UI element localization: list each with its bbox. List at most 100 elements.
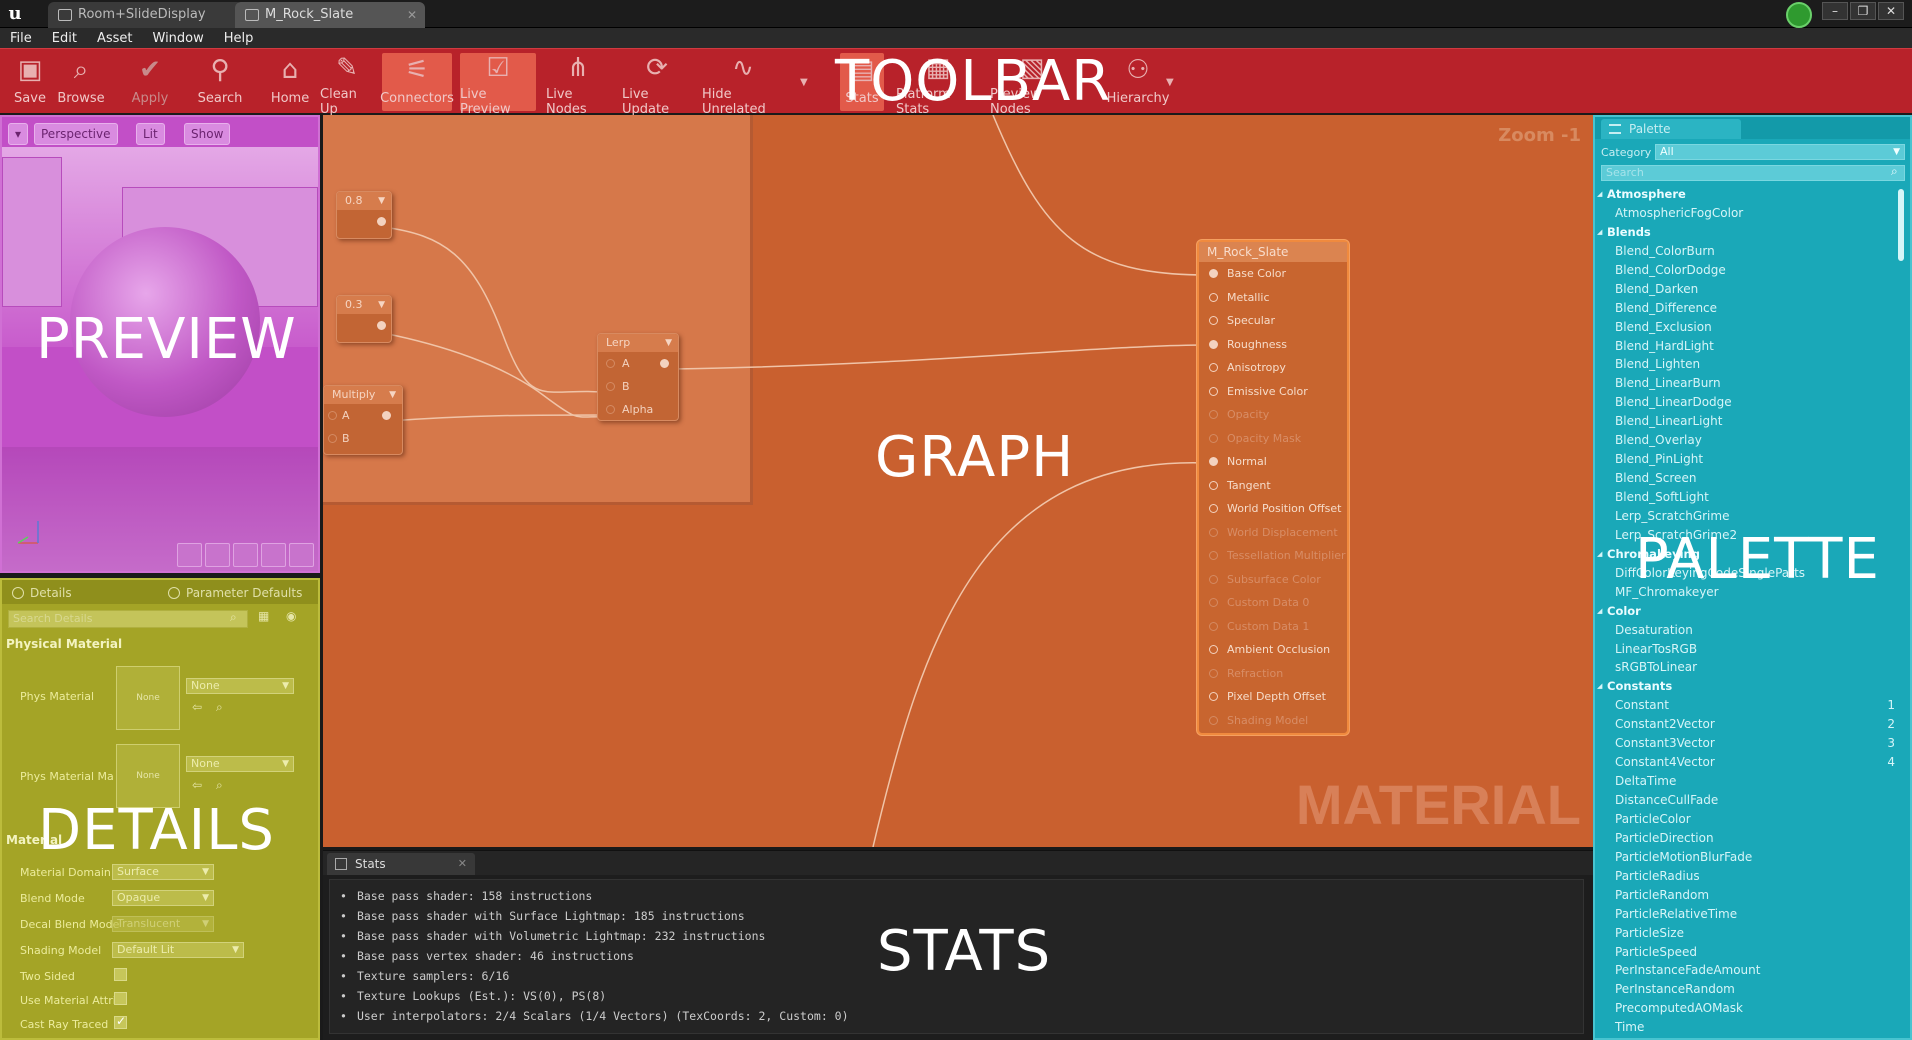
use-selected-arrow-icon[interactable]: ⇦ xyxy=(192,778,202,792)
palette-item[interactable]: sRGBToLinear xyxy=(1595,658,1895,677)
tab-m-rock-slate[interactable]: M_Rock_Slate ✕ xyxy=(235,2,425,28)
blend-mode-combo[interactable]: Opaque ▼ xyxy=(112,890,214,906)
minimize-button[interactable]: – xyxy=(1822,2,1848,20)
palette-item[interactable]: Blend_Screen xyxy=(1595,469,1895,488)
palette-item[interactable]: Blend_PinLight xyxy=(1595,450,1895,469)
use-material-attributes-checkbox[interactable] xyxy=(114,992,127,1005)
input-pin[interactable] xyxy=(1209,715,1218,725)
viewport-menu-button[interactable]: ▾ xyxy=(8,123,29,145)
hierarchy-dropdown-icon[interactable]: ▼ xyxy=(1166,77,1174,88)
apply-button[interactable]: ✔ Apply xyxy=(130,53,170,111)
palette-item[interactable]: Blend_LinearBurn xyxy=(1595,374,1895,393)
input-pin[interactable] xyxy=(1209,363,1218,372)
section-physical-material[interactable]: Physical Material xyxy=(6,634,122,654)
unreal-logo-icon[interactable]: u xyxy=(4,3,26,25)
input-pin[interactable] xyxy=(1209,598,1218,607)
shading-model-combo[interactable]: Default Lit ▼ xyxy=(112,942,244,958)
input-pin[interactable] xyxy=(1209,410,1218,419)
palette-item[interactable]: Lerp_ScratchGrime xyxy=(1595,507,1895,526)
palette-item[interactable]: Blend_HardLight xyxy=(1595,337,1895,356)
palette-item[interactable]: Blend_Exclusion xyxy=(1595,318,1895,337)
input-pin[interactable] xyxy=(328,434,337,443)
input-pin[interactable] xyxy=(1209,621,1218,631)
palette-item[interactable]: Constant4Vector 4 xyxy=(1595,753,1895,772)
palette-item[interactable]: ParticleSpeed xyxy=(1595,943,1895,962)
palette-item[interactable]: DiffColorKeyingCodeSingleParts xyxy=(1595,564,1895,583)
preview-viewport[interactable]: ▾ Perspective Lit Show PREVIEW xyxy=(0,115,320,573)
cast-ray-traced-checkbox[interactable] xyxy=(114,1014,127,1029)
palette-item[interactable]: Blend_Overlay xyxy=(1595,431,1895,450)
material-input-pin[interactable]: Custom Data 1 xyxy=(1199,615,1347,639)
sphere-mesh-button[interactable] xyxy=(205,543,230,567)
palette-item[interactable]: Constant 1 xyxy=(1595,696,1895,715)
material-result-node[interactable]: M_Rock_Slate Base Color Metallic Specular R… xyxy=(1197,240,1349,735)
input-pin[interactable] xyxy=(606,405,615,414)
tab-room-slide-display[interactable]: Room+SlideDisplay xyxy=(48,2,243,28)
material-input-pin[interactable]: Opacity xyxy=(1199,403,1347,427)
material-input-pin[interactable]: Tessellation Multiplier xyxy=(1199,544,1347,568)
palette-item[interactable]: Blend_SoftLight xyxy=(1595,488,1895,507)
cube-mesh-button[interactable] xyxy=(261,543,286,567)
input-pin[interactable] xyxy=(1209,527,1218,537)
two-sided-checkbox[interactable] xyxy=(114,968,127,981)
connectors-button[interactable]: ⚟ Connectors xyxy=(380,53,454,111)
palette-item[interactable]: Time xyxy=(1595,1018,1895,1037)
input-pin[interactable] xyxy=(1209,645,1218,654)
input-pin[interactable] xyxy=(1209,551,1218,560)
plane-mesh-button[interactable] xyxy=(233,543,258,567)
output-pin[interactable] xyxy=(377,321,386,330)
tab-stats[interactable]: Stats ✕ xyxy=(327,853,475,875)
palette-search-input[interactable]: Search xyxy=(1601,165,1905,181)
material-input-pin[interactable]: Tangent xyxy=(1199,474,1347,498)
input-pin[interactable] xyxy=(1209,292,1218,302)
section-material[interactable]: Material xyxy=(6,830,62,850)
constant-node[interactable]: 0.3 ▼ xyxy=(336,295,392,343)
palette-item[interactable]: ParticleRelativeTime xyxy=(1595,905,1895,924)
palette-item[interactable]: Lerp_ScratchGrime2 xyxy=(1595,526,1895,545)
palette-category[interactable]: Atmosphere xyxy=(1595,185,1895,204)
live-preview-button[interactable]: ☑ Live Preview xyxy=(460,53,536,117)
menu-file[interactable]: File xyxy=(10,31,32,46)
input-pin[interactable] xyxy=(1209,574,1218,584)
palette-item[interactable]: Blend_LinearDodge xyxy=(1595,393,1895,412)
palette-category[interactable]: Color xyxy=(1595,602,1895,621)
material-domain-combo[interactable]: Surface ▼ xyxy=(112,864,214,880)
palette-item[interactable]: Blend_ColorDodge xyxy=(1595,261,1895,280)
material-input-pin[interactable]: Base Color xyxy=(1199,262,1347,286)
palette-item[interactable]: PrecomputedAOMask xyxy=(1595,999,1895,1018)
material-input-pin[interactable]: Ambient Occlusion xyxy=(1199,638,1347,662)
input-pin[interactable] xyxy=(1209,457,1218,466)
clean-up-button[interactable]: ✎ Clean Up xyxy=(320,53,374,117)
palette-item[interactable]: DeltaTime xyxy=(1595,772,1895,791)
use-selected-arrow-icon[interactable]: ⇦ xyxy=(192,700,202,714)
input-pin[interactable] xyxy=(1209,692,1218,701)
decal-blend-mode-combo[interactable]: Translucent ▼ xyxy=(112,916,214,932)
palette-item[interactable]: DistanceCullFade xyxy=(1595,791,1895,810)
input-pin[interactable] xyxy=(606,382,615,391)
palette-item[interactable]: Blend_Darken xyxy=(1595,280,1895,299)
palette-category[interactable]: Constants xyxy=(1595,677,1895,696)
output-pin[interactable] xyxy=(377,217,386,226)
input-pin[interactable] xyxy=(328,411,337,420)
live-nodes-button[interactable]: ⋔ Live Nodes xyxy=(546,53,610,117)
palette-item[interactable]: Constant3Vector 3 xyxy=(1595,734,1895,753)
phys-material-thumbnail[interactable]: None xyxy=(116,666,180,730)
tab-details[interactable]: Details xyxy=(4,582,158,604)
tab-parameter-defaults[interactable]: Parameter Defaults xyxy=(160,582,318,604)
material-input-pin[interactable]: Opacity Mask xyxy=(1199,427,1347,451)
tab-palette[interactable]: Palette xyxy=(1601,119,1741,139)
close-window-button[interactable]: ✕ xyxy=(1878,2,1904,20)
palette-item[interactable]: ParticleRadius xyxy=(1595,867,1895,886)
material-input-pin[interactable]: World Position Offset xyxy=(1199,497,1347,521)
palette-item[interactable]: ParticleColor xyxy=(1595,810,1895,829)
close-tab-icon[interactable]: ✕ xyxy=(407,2,417,28)
material-input-pin[interactable]: Specular xyxy=(1199,309,1347,333)
palette-item[interactable]: AtmosphericFogColor xyxy=(1595,204,1895,223)
cylinder-mesh-button[interactable] xyxy=(177,543,202,567)
view-options-icon[interactable]: ▦ xyxy=(258,609,269,623)
graph-editor[interactable]: 0.8 ▼ 0.3 ▼ Multiply ▼ A B Lerp ▼ A B Alpha … xyxy=(323,115,1593,847)
source-control-icon[interactable] xyxy=(1786,2,1812,28)
browse-asset-icon[interactable]: ⌕ xyxy=(216,778,223,793)
custom-mesh-button[interactable] xyxy=(289,543,314,567)
palette-item[interactable]: ParticleMotionBlurFade xyxy=(1595,848,1895,867)
